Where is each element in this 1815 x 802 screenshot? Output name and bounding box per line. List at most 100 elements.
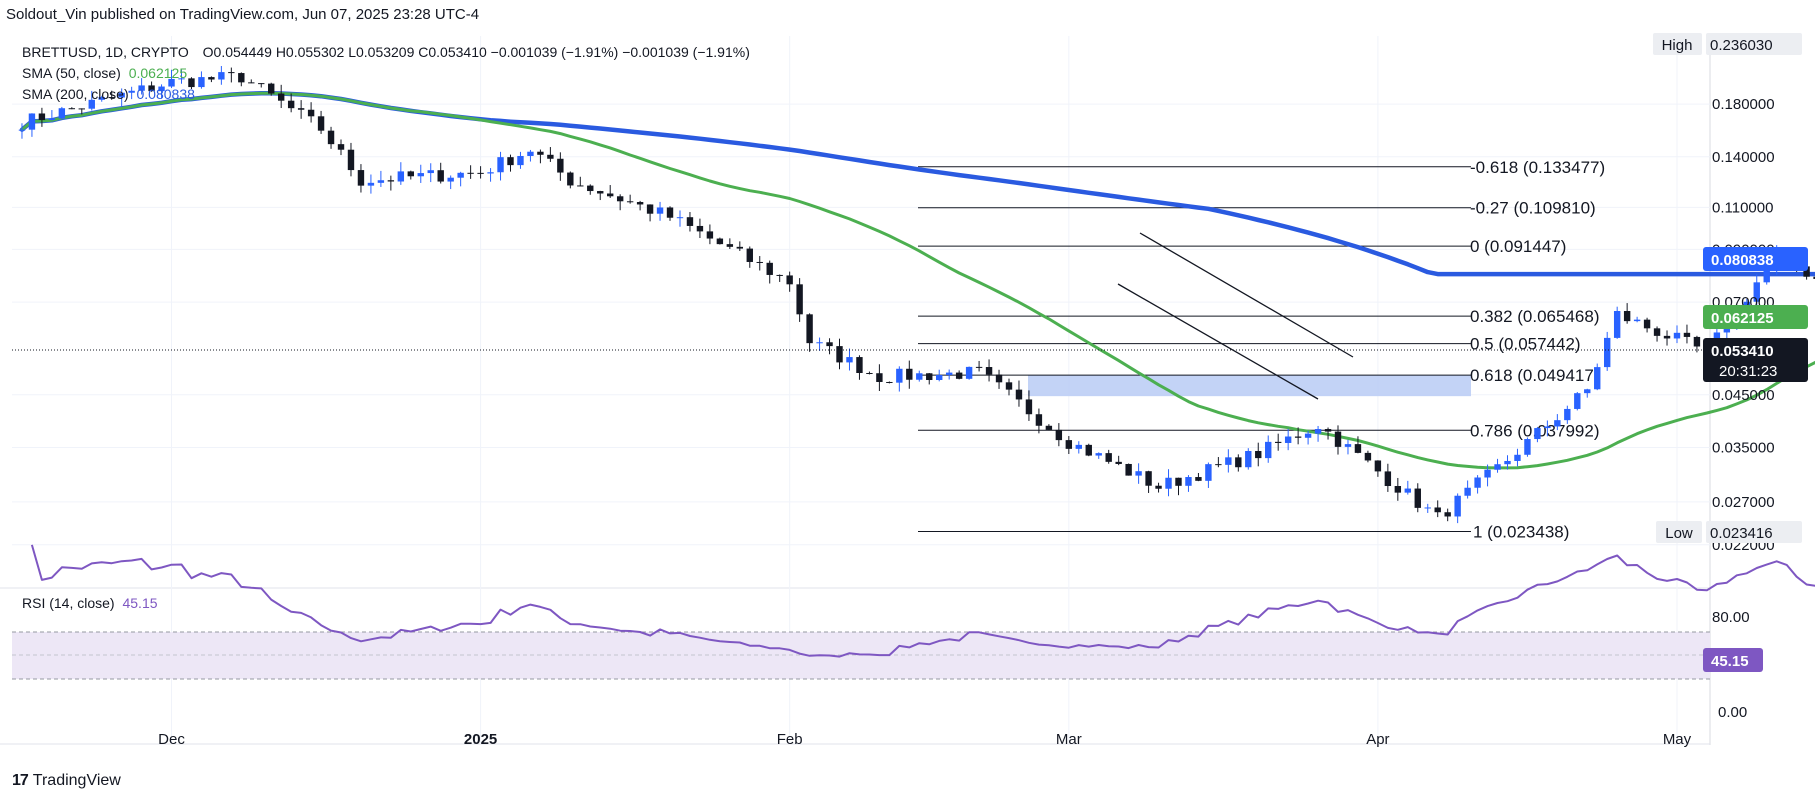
candle-body — [1065, 440, 1073, 449]
candle-body — [1135, 471, 1142, 476]
candle-body — [1205, 464, 1212, 481]
last-price-badge: 0.053410 20:31:23 — [1703, 338, 1808, 382]
candle-body — [1693, 336, 1701, 347]
candle-body — [1055, 429, 1063, 441]
tradingview-logo[interactable]: 17 TradingView — [12, 772, 121, 790]
candle-body — [975, 366, 983, 368]
candle-body — [297, 108, 305, 110]
candle-body — [616, 196, 624, 202]
support-zone — [1028, 375, 1471, 397]
candle-body — [268, 83, 275, 94]
candle-body — [377, 180, 385, 183]
time-axis[interactable]: Dec2025FebMarAprMayJunJulAug — [158, 731, 1815, 748]
candle-body — [886, 381, 893, 383]
candle-body — [367, 182, 375, 186]
candle-body — [1165, 477, 1172, 489]
candle-body — [1374, 460, 1382, 472]
rsi-tick-0: 0.00 — [1718, 704, 1747, 721]
candle-body — [1424, 507, 1431, 509]
candle-body — [447, 177, 454, 182]
legend-sma50-row[interactable]: SMA (50, close) 0.062125 — [22, 64, 187, 82]
candle-body — [1414, 488, 1421, 508]
candle-body — [567, 172, 574, 186]
legend-sma200-row[interactable]: SMA (200, close) 0.080838 — [22, 85, 195, 103]
legend-rsi-row[interactable]: RSI (14, close) 45.15 — [22, 594, 158, 612]
candle-body — [1015, 389, 1023, 400]
candle-body — [48, 118, 56, 121]
candle-body — [38, 113, 46, 121]
candle-body — [676, 217, 684, 219]
candle-body — [1344, 444, 1352, 447]
sma50-badge: 0.062125 — [1703, 305, 1808, 329]
candle-body — [1653, 328, 1661, 336]
candle-body — [497, 157, 504, 173]
candle-body — [1394, 486, 1402, 493]
candle-body — [18, 129, 26, 131]
candle-body — [228, 72, 235, 74]
candle-body — [1534, 428, 1541, 440]
candle-body — [1484, 469, 1491, 478]
last-price-value: 0.053410 — [1711, 343, 1774, 360]
candle-body — [836, 346, 843, 363]
candle-body — [656, 207, 664, 214]
candle-body — [1623, 311, 1631, 322]
candle-body — [537, 151, 544, 155]
candle-body — [1474, 477, 1481, 488]
time-tick: Dec — [158, 731, 185, 748]
time-tick: Mar — [1056, 731, 1082, 748]
candle-body — [1195, 477, 1202, 481]
candle-body — [507, 157, 514, 166]
candle-body — [786, 275, 793, 285]
candle-body — [417, 173, 424, 177]
candle-body — [776, 274, 783, 276]
high-value: 0.236030 — [1710, 37, 1773, 54]
candle-body — [218, 72, 225, 80]
candle-body — [1235, 457, 1242, 468]
candle-body — [1643, 319, 1651, 329]
candle-body — [1723, 328, 1731, 333]
legend-ohlc: O0.054449 H0.055302 L0.053209 C0.053410 … — [202, 44, 750, 60]
candle-body — [1404, 488, 1411, 493]
candle-body — [666, 207, 674, 218]
candle-body — [1265, 441, 1272, 459]
candle-body — [238, 73, 245, 83]
candle-body — [1663, 335, 1671, 339]
legend-rsi-value: 45.15 — [122, 595, 158, 611]
chart-canvas[interactable]: -0.618 (0.133477) -0.27 (0.109810) 0 (0.09… — [0, 0, 1815, 802]
candle-body — [1255, 450, 1262, 459]
candle-body — [208, 77, 215, 80]
candle-body — [337, 144, 345, 150]
candle-body — [28, 113, 36, 130]
candle-body — [1613, 311, 1621, 338]
candle-body — [746, 248, 753, 262]
candle-body — [1284, 436, 1292, 443]
legend-symbol-row[interactable]: BRETTUSD, 1D, CRYPTO O0.054449 H0.055302… — [22, 43, 750, 61]
low-value: 0.023416 — [1710, 525, 1773, 542]
candle-body — [1584, 389, 1591, 394]
candle-body — [1025, 399, 1033, 415]
tradingview-wordmark: TradingView — [32, 772, 121, 789]
candle-body — [826, 342, 833, 347]
candle-body — [716, 238, 724, 245]
candle-body — [995, 374, 1003, 383]
candle-body — [955, 372, 963, 379]
candle-body — [597, 191, 604, 194]
candle-body — [965, 366, 973, 379]
candle-body — [258, 83, 265, 85]
candle-body — [1274, 441, 1282, 443]
time-tick: Apr — [1366, 731, 1389, 748]
price-tick: 0.110000 — [1712, 199, 1773, 216]
candle-body — [487, 172, 494, 174]
candle-body — [397, 171, 405, 182]
candle-body — [248, 82, 255, 84]
candle-body — [407, 171, 414, 177]
sma50-badge-value: 0.062125 — [1711, 310, 1774, 327]
sma200-badge-value: 0.080838 — [1711, 252, 1774, 269]
candle-body — [1125, 463, 1132, 476]
candle-body — [936, 374, 943, 381]
candle-body — [1324, 429, 1332, 432]
candle-body — [1185, 477, 1192, 486]
candle-body — [1145, 471, 1152, 486]
candle-body — [307, 109, 315, 117]
low-label: Low — [1665, 525, 1693, 542]
